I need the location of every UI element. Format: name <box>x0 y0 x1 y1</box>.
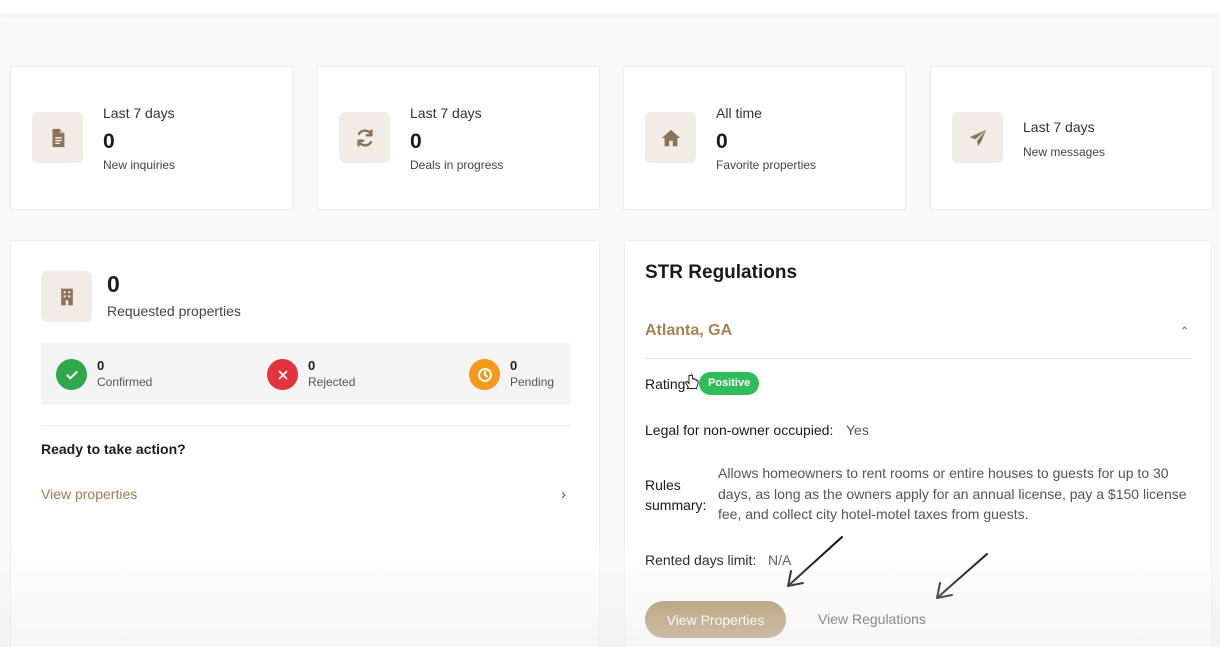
ready-heading: Ready to take action? <box>41 441 186 457</box>
status-label: Confirmed <box>97 375 153 389</box>
stat-period: Last 7 days <box>103 105 175 121</box>
clock-icon <box>469 359 500 390</box>
x-icon <box>267 359 298 390</box>
status-count: 0 <box>510 358 518 373</box>
divider <box>645 358 1193 359</box>
hand-cursor-icon <box>685 374 699 396</box>
str-regulations-panel: STR Regulations Atlanta, GA ⌃ Rating: Po… <box>624 240 1212 647</box>
requested-label: Requested properties <box>107 303 241 319</box>
divider <box>41 425 571 426</box>
city-accordion-header[interactable]: Atlanta, GA <box>645 322 732 340</box>
stat-label: Deals in progress <box>410 158 504 172</box>
stat-label: Favorite properties <box>716 158 817 172</box>
rating-badge: Positive <box>699 372 760 395</box>
stat-card-messages[interactable]: Last 7 days New messages <box>930 66 1213 210</box>
view-properties-link[interactable]: View properties <box>41 486 137 502</box>
rules-label-line1: Rules <box>645 477 681 493</box>
building-icon <box>41 271 92 322</box>
status-count: 0 <box>97 358 105 373</box>
legal-value: Yes <box>846 422 869 438</box>
status-label: Pending <box>510 375 555 389</box>
stat-card-favorites[interactable]: All time 0 Favorite properties <box>623 66 906 210</box>
stat-card-inquiries[interactable]: Last 7 days 0 New inquiries <box>10 66 293 210</box>
legal-label: Legal for non-owner occupied: <box>645 422 834 438</box>
chevron-up-icon[interactable]: ⌃ <box>1179 324 1190 340</box>
chevron-right-icon[interactable]: › <box>561 486 566 503</box>
check-icon <box>56 359 87 390</box>
status-label: Rejected <box>308 375 356 389</box>
refresh-icon <box>339 112 390 163</box>
stat-label: New messages <box>1023 145 1106 159</box>
stat-label: New inquiries <box>103 158 176 172</box>
rules-label-line2: summary: <box>645 497 707 513</box>
stat-card-deals[interactable]: Last 7 days 0 Deals in progress <box>317 66 600 210</box>
requested-count: 0 <box>107 271 120 297</box>
stat-period: Last 7 days <box>1023 119 1095 135</box>
rented-days-label: Rented days limit: <box>645 552 757 568</box>
rules-summary-text: Allows homeowners to rent rooms or entir… <box>718 465 1187 522</box>
arrow-annotation-icon <box>936 553 988 599</box>
top-bar <box>0 0 1220 14</box>
status-count: 0 <box>308 358 316 373</box>
arrow-annotation-icon <box>787 536 843 587</box>
view-regulations-link[interactable]: View Regulations <box>818 611 926 627</box>
str-regulations-title: STR Regulations <box>645 262 798 283</box>
view-properties-button[interactable]: View Properties <box>645 601 786 638</box>
stat-value: 0 <box>103 130 115 153</box>
stat-value: 0 <box>716 130 728 153</box>
status-summary: 0 Confirmed 0 Rejected 0 Pending <box>41 343 571 405</box>
stat-value: 0 <box>410 130 422 153</box>
rating-label: Rating: <box>645 376 690 392</box>
home-icon <box>645 112 696 163</box>
stat-period: All time <box>716 105 762 121</box>
document-icon <box>32 112 83 163</box>
stat-period: Last 7 days <box>410 105 482 121</box>
requested-properties-panel: 0 Requested properties 0 Confirmed 0 Rej… <box>10 240 600 647</box>
paper-plane-icon <box>952 112 1003 163</box>
